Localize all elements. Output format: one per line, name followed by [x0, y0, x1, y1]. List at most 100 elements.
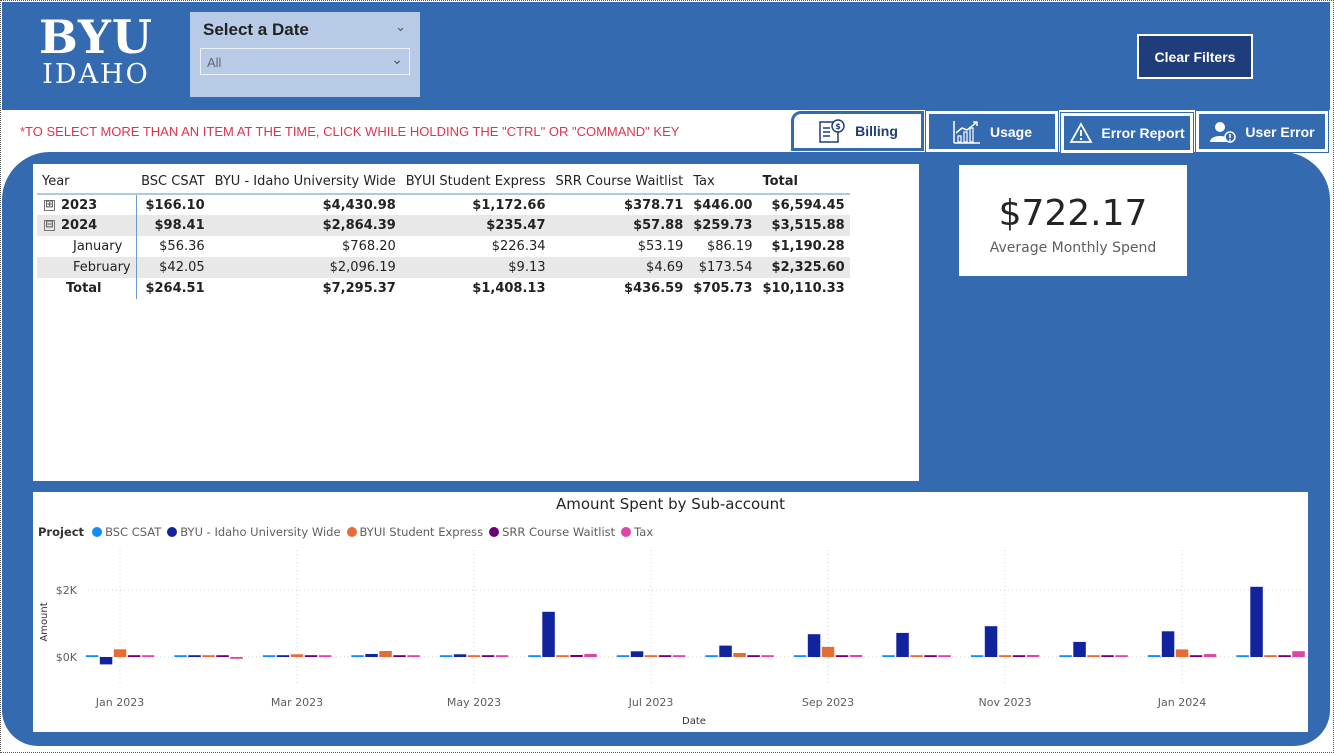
tab-error-report[interactable]: Error Report [1060, 112, 1194, 154]
bar [453, 654, 467, 657]
bar [290, 654, 304, 657]
collapse-icon[interactable]: ⊟ [44, 220, 55, 231]
bar [924, 655, 937, 657]
bar-chart: $2K $0K Amount Jan 2023 Mar 2023 May 2023 Jul … [39, 550, 1305, 727]
bar [1073, 641, 1086, 657]
table-cell: $378.71 [624, 197, 684, 213]
clear-filters-button[interactable]: Clear Filters [1137, 34, 1253, 79]
bar [1115, 655, 1128, 657]
bar [304, 655, 318, 657]
table-cell: $446.00 [693, 197, 753, 213]
billing-icon: $ [819, 119, 845, 143]
bar [807, 634, 821, 657]
table-cell: $57.88 [550, 215, 689, 236]
column-header[interactable]: BSC CSAT [136, 170, 210, 195]
column-header[interactable]: BYU - Idaho University Wide [209, 170, 401, 195]
table-cell: $2,864.39 [209, 215, 401, 236]
tab-error-report-label: Error Report [1101, 125, 1185, 141]
bar [970, 655, 984, 657]
tab-usage[interactable]: Usage [925, 110, 1059, 153]
table-row: Total $264.51 $7,295.37 $1,408.13 $436.5… [37, 278, 850, 299]
bar [761, 655, 774, 657]
warning-icon [1069, 122, 1093, 143]
bar [1250, 586, 1263, 657]
bar [1189, 655, 1203, 657]
bar [467, 655, 481, 657]
bar [188, 655, 201, 657]
bar [584, 654, 597, 657]
bar [1264, 655, 1277, 657]
bar [1161, 631, 1175, 657]
kpi-label: Average Monthly Spend [989, 240, 1157, 256]
bar [262, 655, 276, 657]
date-select-value: All [207, 55, 222, 70]
bar [127, 655, 141, 657]
row-label: January [37, 236, 137, 257]
bar [835, 655, 849, 657]
bar [882, 655, 895, 657]
table-cell: $705.73 [693, 281, 753, 296]
bar [99, 657, 113, 665]
bar [481, 655, 495, 657]
bar [705, 655, 718, 657]
tab-billing[interactable]: $ Billing [791, 111, 924, 151]
table-cell: $4.69 [550, 257, 689, 278]
table-row: ⊟ 2024 $98.41 $2,864.39 $235.47 $57.88 $2… [37, 215, 850, 236]
x-tick-label: Nov 2023 [979, 696, 1032, 709]
bar [1175, 649, 1189, 657]
row-label: 2024 [61, 218, 98, 233]
table-cell: $10,110.33 [762, 281, 845, 296]
bar [393, 655, 406, 657]
column-header[interactable]: BYUI Student Express [400, 170, 551, 195]
bar [276, 655, 290, 657]
tab-user-error[interactable]: User Error [1195, 110, 1329, 153]
table-cell: $2,325.60 [757, 257, 850, 278]
table-row: ⊞ 2023 $166.10 $4,430.98 $1,172.66 $378.7… [37, 194, 850, 215]
bar [1203, 654, 1217, 657]
logo-idaho-text: IDAHO [42, 59, 150, 90]
table-cell: $7,295.37 [322, 281, 396, 296]
column-header[interactable]: Tax [688, 170, 758, 195]
column-header[interactable]: Total [757, 170, 850, 195]
x-tick-label: Sep 2023 [802, 696, 854, 709]
user-error-icon [1210, 121, 1237, 143]
y-tick-label: $2K [56, 584, 78, 597]
column-header[interactable]: SRR Course Waitlist [550, 170, 689, 195]
y-axis-label: Amount [39, 602, 50, 641]
x-tick-label: Jan 2024 [1157, 696, 1206, 709]
bar [407, 655, 420, 657]
byu-idaho-logo: BYU IDAHO [30, 14, 162, 90]
table-cell: $53.19 [637, 239, 684, 254]
bar [528, 655, 541, 657]
header-bar: BYU IDAHO Select a Date ⌄ All ⌄ Clear Fi… [2, 2, 1330, 110]
bar [439, 655, 453, 657]
bar [174, 655, 187, 657]
table-cell: $98.41 [136, 215, 210, 236]
bar [644, 655, 658, 657]
expand-icon[interactable]: ⊞ [44, 199, 55, 211]
bar [896, 632, 909, 657]
spend-matrix: Year BSC CSAT BYU - Idaho University Wid… [37, 170, 850, 299]
table-cell: $226.34 [491, 239, 546, 254]
table-cell: $166.10 [145, 197, 205, 213]
x-tick-label: May 2023 [447, 696, 501, 709]
chevron-down-icon[interactable]: ⌄ [395, 20, 406, 35]
table-cell: $173.54 [688, 257, 758, 278]
bar [1147, 655, 1161, 657]
bar [542, 611, 555, 657]
column-header[interactable]: Year [37, 170, 137, 195]
bar [658, 655, 672, 657]
table-cell: $1,172.66 [472, 197, 546, 213]
table-cell: $436.59 [624, 281, 684, 296]
svg-text:$: $ [835, 122, 841, 131]
bar [910, 655, 923, 657]
chevron-down-icon[interactable]: ⌄ [391, 52, 403, 68]
date-select-dropdown[interactable]: All ⌄ [200, 48, 410, 75]
bar [556, 655, 569, 657]
table-row: February $42.05 $2,096.19 $9.13 $4.69 $1… [37, 257, 850, 278]
table-cell: $56.36 [159, 239, 205, 254]
row-label: February [37, 257, 137, 278]
bar [351, 655, 364, 657]
date-slicer[interactable]: Select a Date ⌄ All ⌄ [190, 12, 420, 97]
bar [141, 655, 155, 657]
